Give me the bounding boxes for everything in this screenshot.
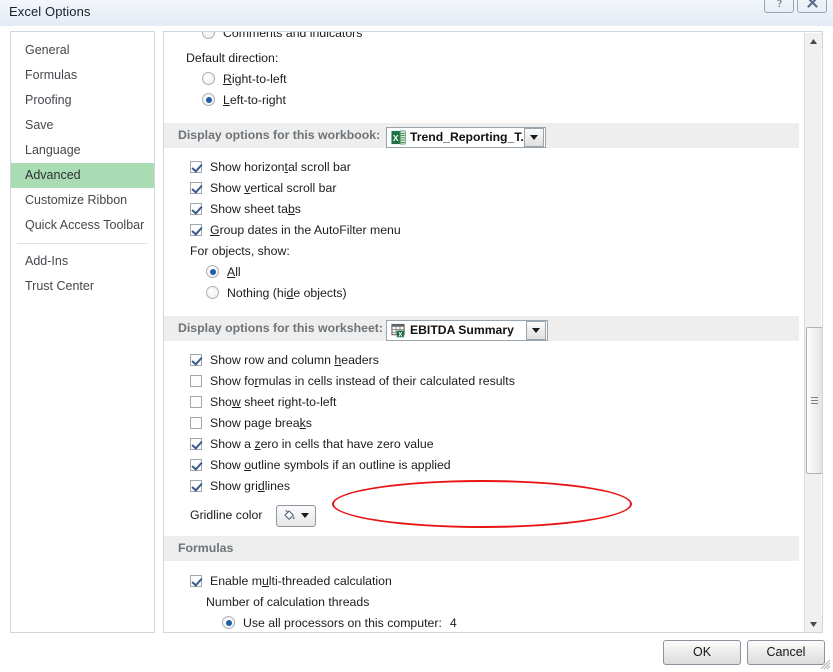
svg-text:X: X: [398, 333, 402, 338]
option-objects-nothing[interactable]: Nothing (hide objects): [164, 283, 801, 304]
paint-bucket-icon: [284, 510, 295, 521]
resize-grip-icon[interactable]: [819, 658, 831, 670]
ok-button[interactable]: OK: [663, 640, 741, 665]
checkbox-input[interactable]: [190, 182, 202, 194]
checkbox-input[interactable]: [190, 375, 202, 387]
content-scrollbar[interactable]: [804, 33, 822, 632]
worksheet-combo-value: EBITDA Summary: [410, 323, 514, 338]
sidebar-item-language[interactable]: Language: [11, 138, 154, 163]
scroll-up-icon: [810, 39, 817, 44]
chevron-down-icon: [301, 513, 310, 519]
checkbox-input[interactable]: [190, 354, 202, 366]
checkbox-input[interactable]: [190, 480, 202, 492]
checkbox-show-row-column-headers[interactable]: Show row and column headers: [164, 350, 801, 371]
radio-left-to-right[interactable]: [202, 93, 215, 106]
gridline-color-button[interactable]: [275, 504, 316, 527]
checkbox-show-page-breaks[interactable]: Show page breaks: [164, 413, 801, 434]
option-left-to-right[interactable]: Left-to-right: [164, 90, 801, 111]
sidebar-item-save[interactable]: Save: [11, 113, 154, 138]
checkbox-input[interactable]: [190, 438, 202, 450]
cancel-button[interactable]: Cancel: [747, 640, 825, 665]
sidebar-item-customize-ribbon[interactable]: Customize Ribbon: [11, 188, 154, 213]
chevron-down-icon: [532, 328, 540, 334]
checkbox-input[interactable]: [190, 417, 202, 429]
checkbox-input[interactable]: [190, 396, 202, 408]
worksheet-display-options-header: Display options for this worksheet: X EB…: [164, 316, 799, 343]
scroll-thumb-grip: [811, 395, 818, 406]
checkbox-show-sheet-right-to-left[interactable]: Show sheet right-to-left: [164, 392, 801, 413]
worksheet-combo-arrow[interactable]: [526, 321, 546, 341]
scroll-thumb[interactable]: [806, 327, 822, 474]
option-comments-and-indicators[interactable]: Comments and indicators: [164, 32, 801, 44]
advanced-options-panel: Comments and indicators Default directio…: [163, 31, 823, 633]
sidebar-item-proofing[interactable]: Proofing: [11, 88, 154, 113]
title-bar: Excel Options ?: [0, 0, 833, 26]
option-objects-all[interactable]: All: [164, 262, 801, 283]
checkbox-input[interactable]: [190, 203, 202, 215]
radio-comments-and-indicators[interactable]: [202, 32, 215, 39]
svg-text:X: X: [393, 133, 399, 143]
window-title: Excel Options: [9, 4, 91, 19]
checkbox-show-formulas-in-cells[interactable]: Show formulas in cells instead of their …: [164, 371, 801, 392]
sidebar-item-advanced[interactable]: Advanced: [11, 163, 154, 188]
checkbox-show-zero-in-cells[interactable]: Show a zero in cells that have zero valu…: [164, 434, 801, 455]
options-sidebar: General Formulas Proofing Save Language …: [10, 31, 155, 633]
sidebar-item-general[interactable]: General: [11, 38, 154, 63]
workbook-combo[interactable]: X Trend_Reporting_T...: [386, 125, 546, 150]
close-icon: [806, 0, 818, 8]
sidebar-item-trust-center[interactable]: Trust Center: [11, 274, 154, 299]
gridline-color-label: Gridline color: [190, 508, 263, 522]
for-objects-show-label: For objects, show:: [190, 244, 290, 258]
checkbox-input[interactable]: [190, 224, 202, 236]
radio-objects-all[interactable]: [206, 265, 219, 278]
checkbox-show-vertical-scroll-bar[interactable]: Show vertical scroll bar: [164, 178, 801, 199]
sidebar-item-quick-access-toolbar[interactable]: Quick Access Toolbar: [11, 213, 154, 238]
svg-text:?: ?: [777, 0, 782, 9]
sidebar-item-formulas[interactable]: Formulas: [11, 63, 154, 88]
option-use-all-processors[interactable]: Use all processors on this computer: 4: [164, 613, 801, 632]
checkbox-show-sheet-tabs[interactable]: Show sheet tabs: [164, 199, 801, 220]
excel-worksheet-icon: X: [391, 324, 405, 338]
radio-objects-nothing[interactable]: [206, 286, 219, 299]
scroll-down-button[interactable]: [805, 616, 822, 632]
sidebar-divider: [17, 243, 148, 244]
number-of-calculation-threads-label: Number of calculation threads: [206, 595, 370, 609]
checkbox-input[interactable]: [190, 459, 202, 471]
checkbox-group-dates-autofilter[interactable]: Group dates in the AutoFilter menu: [164, 220, 801, 241]
checkbox-input[interactable]: [190, 161, 202, 173]
workbook-combo-value: Trend_Reporting_T...: [410, 130, 524, 145]
checkbox-enable-multithreaded-calculation[interactable]: Enable multi-threaded calculation: [164, 571, 801, 592]
gridline-color-row: Gridline color: [164, 500, 801, 530]
sidebar-item-add-ins[interactable]: Add-Ins: [11, 249, 154, 274]
checkbox-input[interactable]: [190, 575, 202, 587]
chevron-down-icon: [530, 135, 538, 141]
radio-right-to-left[interactable]: [202, 72, 215, 85]
checkbox-show-horizontal-scroll-bar[interactable]: Show horizontal scroll bar: [164, 157, 801, 178]
scroll-down-icon: [810, 622, 817, 627]
workbook-combo-arrow[interactable]: [524, 128, 544, 148]
radio-use-all-processors[interactable]: [222, 616, 235, 629]
help-icon: ?: [777, 0, 782, 9]
close-button[interactable]: [797, 0, 827, 13]
default-direction-label: Default direction:: [186, 51, 279, 65]
formulas-section-header: Formulas: [164, 536, 799, 561]
checkbox-show-outline-symbols[interactable]: Show outline symbols if an outline is ap…: [164, 455, 801, 476]
excel-workbook-icon: X: [391, 130, 406, 145]
worksheet-combo[interactable]: X EBITDA Summary: [386, 318, 548, 343]
processor-count: 4: [449, 616, 457, 630]
workbook-display-options-header: Display options for this workbook: X Tre…: [164, 123, 799, 150]
options-scroll-content: Comments and indicators Default directio…: [164, 32, 801, 632]
option-right-to-left[interactable]: Right-to-left: [164, 69, 801, 90]
checkbox-show-gridlines[interactable]: Show gridlines: [164, 476, 801, 497]
help-button[interactable]: ?: [764, 0, 794, 13]
scroll-up-button[interactable]: [805, 33, 822, 50]
window-buttons: ?: [764, 0, 827, 13]
